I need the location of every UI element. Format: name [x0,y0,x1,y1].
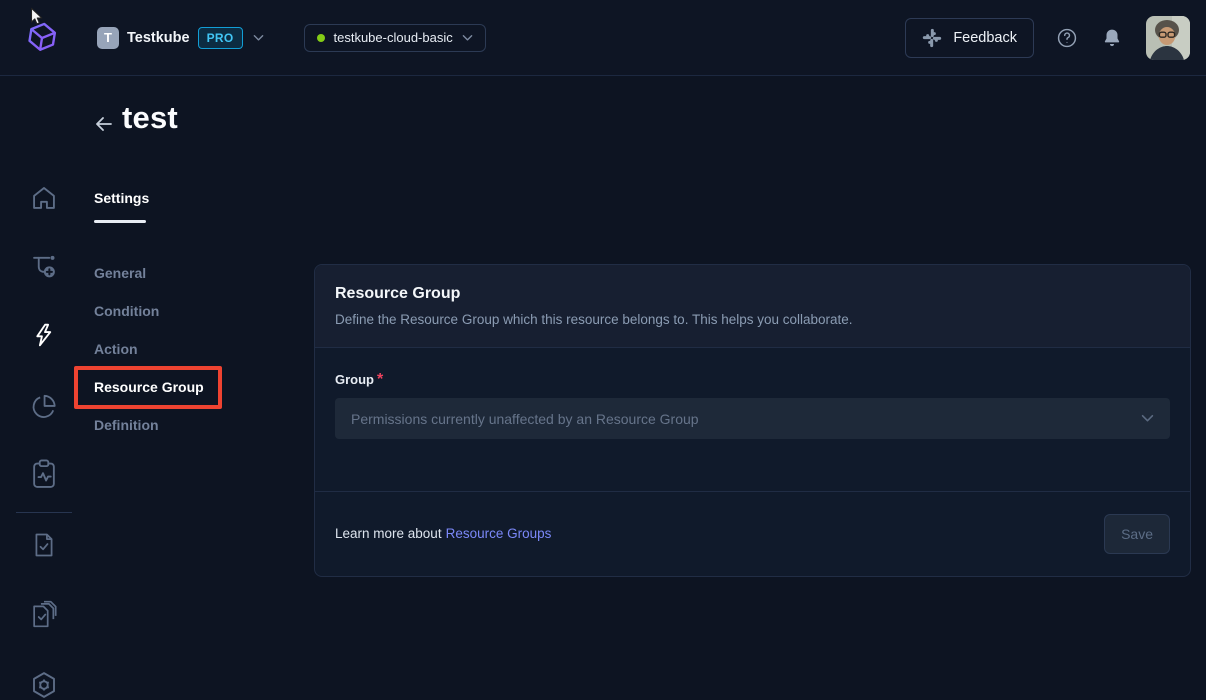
subnav-item-resource-group[interactable]: Resource Group [94,368,204,406]
required-marker: * [377,371,383,388]
pro-badge: PRO [198,27,243,49]
tab-settings[interactable]: Settings [94,190,149,206]
sidebar [0,76,88,614]
organization-selector[interactable]: T Testkube PRO [97,27,264,49]
settings-hexagon-icon[interactable] [29,670,59,700]
card-title: Resource Group [335,285,1170,303]
subnav-item-definition[interactable]: Definition [94,406,204,444]
learn-more-text: Learn more about [335,526,442,541]
testkube-logo-icon[interactable] [23,16,61,60]
lightning-icon[interactable] [31,322,57,348]
subnav-item-condition[interactable]: Condition [94,292,204,330]
org-avatar: T [97,27,119,49]
chevron-down-icon [1141,414,1154,423]
resource-group-card: Resource Group Define the Resource Group… [314,264,1191,577]
feedback-label: Feedback [953,30,1017,46]
group-label: Group [335,372,374,387]
back-button[interactable] [92,112,116,136]
subnav-item-action[interactable]: Action [94,330,204,368]
footer-help-text: Learn more about Resource Groups [335,525,551,543]
settings-subnav: General Condition Action Resource Group … [94,254,204,444]
chevron-down-icon [253,34,264,42]
home-icon[interactable] [30,184,58,212]
test-suites-icon[interactable] [28,598,60,630]
group-select-value: Permissions currently unaffected by an R… [351,411,699,427]
feedback-button[interactable]: Feedback [905,18,1034,58]
environment-status-dot [317,34,325,42]
bell-icon[interactable] [1101,27,1123,49]
test-document-icon[interactable] [30,531,58,559]
topbar: T Testkube PRO testkube-cloud-basic Feed… [0,0,1206,76]
page-title: test [122,100,178,136]
pie-chart-icon[interactable] [31,393,58,420]
group-field-label-row: Group* [335,371,1170,389]
monitoring-icon[interactable] [29,458,59,490]
environment-name: testkube-cloud-basic [334,30,453,45]
subnav-item-general[interactable]: General [94,254,204,292]
card-body: Group* Permissions currently unaffected … [315,348,1190,491]
sidebar-divider [16,512,72,513]
environment-selector[interactable]: testkube-cloud-basic [304,24,486,52]
chevron-down-icon [462,34,473,42]
user-avatar[interactable] [1146,16,1190,60]
save-button[interactable]: Save [1104,514,1170,554]
create-trigger-icon[interactable] [30,252,58,280]
resource-groups-link[interactable]: Resource Groups [446,526,552,541]
slack-icon [922,28,942,48]
card-footer: Learn more about Resource Groups Save [315,491,1190,576]
help-icon[interactable] [1056,27,1078,49]
user-avatar-image [1146,16,1190,60]
tab-active-indicator [94,220,146,223]
card-header: Resource Group Define the Resource Group… [315,265,1190,348]
group-select[interactable]: Permissions currently unaffected by an R… [335,398,1170,439]
org-name: Testkube [127,30,190,46]
card-description: Define the Resource Group which this res… [335,312,1170,327]
